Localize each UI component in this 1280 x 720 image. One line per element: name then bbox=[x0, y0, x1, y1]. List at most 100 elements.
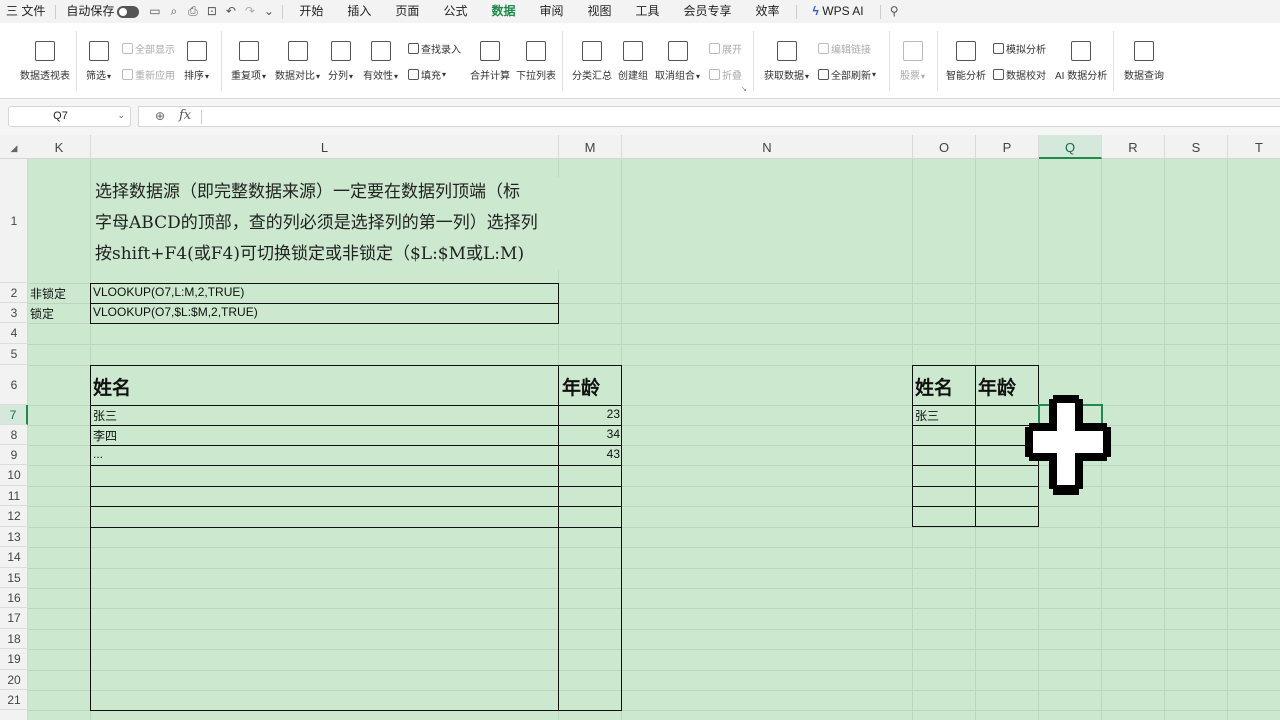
what-if-button[interactable]: 模拟分析 bbox=[993, 41, 1046, 56]
row-header-16[interactable]: 16 bbox=[0, 588, 28, 608]
row-header-9[interactable]: 9 bbox=[0, 445, 28, 465]
search-icon[interactable]: ⚲ bbox=[885, 0, 904, 23]
save-icon[interactable]: ▭ bbox=[145, 0, 164, 23]
formula-text-unlocked[interactable]: VLOOKUP(O7,L:M,2,TRUE) bbox=[93, 285, 244, 302]
print-icon[interactable]: ⎙ bbox=[183, 0, 202, 23]
tab-data[interactable]: 数据 bbox=[479, 0, 527, 23]
source-name-cell[interactable]: 张三 bbox=[93, 407, 117, 424]
column-header-M[interactable]: M bbox=[559, 135, 622, 159]
show-all-button[interactable]: 全部显示 bbox=[122, 41, 175, 56]
formula-text-locked[interactable]: VLOOKUP(O7,$L:$M,2,TRUE) bbox=[93, 305, 258, 322]
split-column-button[interactable]: 分列▾ bbox=[328, 41, 353, 82]
row-header-18[interactable]: 18 bbox=[0, 629, 28, 649]
consolidate-button[interactable]: 合并计算 bbox=[470, 41, 510, 82]
name-box[interactable]: Q7 ⌄ bbox=[8, 106, 131, 127]
zoom-icon[interactable]: ⊕ bbox=[155, 109, 165, 123]
ai-analysis-button[interactable]: AI 数据分析 bbox=[1055, 41, 1107, 82]
reapply-button[interactable]: 重新应用 bbox=[122, 67, 175, 82]
row-header-1[interactable]: 1 bbox=[0, 159, 28, 283]
filter-button[interactable]: 筛选▾ bbox=[86, 41, 111, 82]
row-header-19[interactable]: 19 bbox=[0, 649, 28, 670]
column-header-L[interactable]: L bbox=[91, 135, 559, 159]
row-header-21[interactable]: 21 bbox=[0, 690, 28, 710]
row-header-10[interactable]: 10 bbox=[0, 465, 28, 486]
dropdown-list-button[interactable]: 下拉列表 bbox=[516, 41, 556, 82]
create-group-button[interactable]: 创建组 bbox=[618, 41, 648, 82]
source-age-cell[interactable]: 43 bbox=[561, 447, 620, 461]
chevron-down-icon[interactable]: ⌄ bbox=[117, 110, 125, 121]
get-data-button[interactable]: 获取数据▾ bbox=[764, 41, 809, 82]
row-header-13[interactable]: 13 bbox=[0, 527, 28, 547]
autosave-toggle[interactable]: 自动保存 bbox=[60, 0, 145, 23]
collapse-button[interactable]: 折叠 bbox=[709, 67, 742, 82]
stocks-button[interactable]: 股票▾ bbox=[900, 41, 925, 82]
tab-page[interactable]: 页面 bbox=[383, 0, 431, 23]
tab-view[interactable]: 视图 bbox=[575, 0, 623, 23]
toggle-switch-icon[interactable] bbox=[117, 5, 140, 18]
print-preview-icon[interactable]: ⊡ bbox=[202, 0, 221, 23]
find-entry-button[interactable]: 查找录入 bbox=[408, 41, 461, 56]
cell-grid[interactable]: 选择数据源（即完整数据来源）一定要在数据列顶端（标 字母ABCD的顶部，查的列必… bbox=[28, 159, 1280, 720]
file-menu[interactable]: 三 文件 bbox=[0, 0, 51, 23]
create-group-icon bbox=[623, 41, 643, 61]
subtotal-button[interactable]: 分类汇总 bbox=[572, 41, 612, 82]
fill-button[interactable]: 填充 ▾ bbox=[408, 67, 446, 82]
note-line: 选择数据源（即完整数据来源）一定要在数据列顶端（标 bbox=[95, 182, 520, 202]
validity-button[interactable]: 有效性▾ bbox=[363, 41, 398, 82]
row-header-8[interactable]: 8 bbox=[0, 425, 28, 445]
refresh-all-button[interactable]: 全部刷新 ▾ bbox=[818, 67, 876, 82]
chevron-down-icon[interactable]: ⌄ bbox=[259, 0, 278, 23]
edit-links-button[interactable]: 编辑链接 bbox=[818, 41, 871, 56]
formula-input[interactable]: ⊕ fx bbox=[138, 106, 1280, 127]
expand-button[interactable]: 展开 bbox=[709, 41, 742, 56]
column-header-S[interactable]: S bbox=[1165, 135, 1228, 159]
select-all-corner[interactable]: ◢ bbox=[0, 135, 28, 159]
row-header-14[interactable]: 14 bbox=[0, 547, 28, 568]
column-header-P[interactable]: P bbox=[976, 135, 1039, 159]
lookup-name-cell[interactable]: 张三 bbox=[915, 407, 939, 424]
tab-review[interactable]: 审阅 bbox=[527, 0, 575, 23]
pivot-table-button[interactable]: 数据透视表 bbox=[20, 41, 70, 82]
row-header-15[interactable]: 15 bbox=[0, 568, 28, 588]
row-header-6[interactable]: 6 bbox=[0, 365, 28, 405]
redo-icon[interactable]: ↷ bbox=[240, 0, 259, 23]
row-header-17[interactable]: 17 bbox=[0, 608, 28, 629]
column-header-T[interactable]: T bbox=[1228, 135, 1280, 159]
source-age-cell[interactable]: 34 bbox=[561, 427, 620, 441]
source-age-cell[interactable]: 23 bbox=[561, 407, 620, 421]
row-header-12[interactable]: 12 bbox=[0, 506, 28, 527]
smart-analysis-button[interactable]: 智能分析 bbox=[946, 41, 986, 82]
compare-button[interactable]: 数据对比▾ bbox=[275, 41, 320, 82]
sort-button[interactable]: 排序▾ bbox=[184, 41, 209, 82]
data-check-button[interactable]: 数据校对 bbox=[993, 67, 1046, 82]
tab-tools[interactable]: 工具 bbox=[624, 0, 672, 23]
column-header-N[interactable]: N bbox=[622, 135, 913, 159]
column-header-O[interactable]: O bbox=[913, 135, 976, 159]
tab-insert[interactable]: 插入 bbox=[335, 0, 383, 23]
source-name-cell[interactable]: 李四 bbox=[93, 427, 117, 444]
column-header-R[interactable]: R bbox=[1102, 135, 1165, 159]
divider bbox=[975, 365, 976, 527]
row-header-2[interactable]: 2 bbox=[0, 283, 28, 303]
row-header-4[interactable]: 4 bbox=[0, 323, 28, 344]
fx-icon[interactable]: fx bbox=[179, 108, 191, 123]
column-header-K[interactable]: K bbox=[28, 135, 91, 159]
wps-ai-button[interactable]: ϟ WPS AI bbox=[801, 0, 876, 23]
column-header-Q[interactable]: Q bbox=[1039, 135, 1102, 159]
row-header-7[interactable]: 7 bbox=[0, 405, 28, 425]
row-header-3[interactable]: 3 bbox=[0, 303, 28, 323]
tab-home[interactable]: 开始 bbox=[287, 0, 335, 23]
undo-icon[interactable]: ↶ bbox=[221, 0, 240, 23]
dialog-launcher-icon[interactable]: ↘ bbox=[741, 85, 747, 93]
row-header-20[interactable]: 20 bbox=[0, 670, 28, 690]
row-header-11[interactable]: 11 bbox=[0, 486, 28, 506]
row-header-5[interactable]: 5 bbox=[0, 344, 28, 365]
tab-efficiency[interactable]: 效率 bbox=[744, 0, 792, 23]
ungroup-button[interactable]: 取消组合▾ bbox=[655, 41, 700, 82]
tab-member[interactable]: 会员专享 bbox=[672, 0, 744, 23]
tab-formula[interactable]: 公式 bbox=[431, 0, 479, 23]
share-icon[interactable]: ⌕ bbox=[164, 0, 183, 23]
duplicates-button[interactable]: 重复项▾ bbox=[231, 41, 266, 82]
source-name-cell[interactable]: ... bbox=[93, 447, 103, 461]
data-query-button[interactable]: 数据查询 bbox=[1124, 41, 1164, 82]
